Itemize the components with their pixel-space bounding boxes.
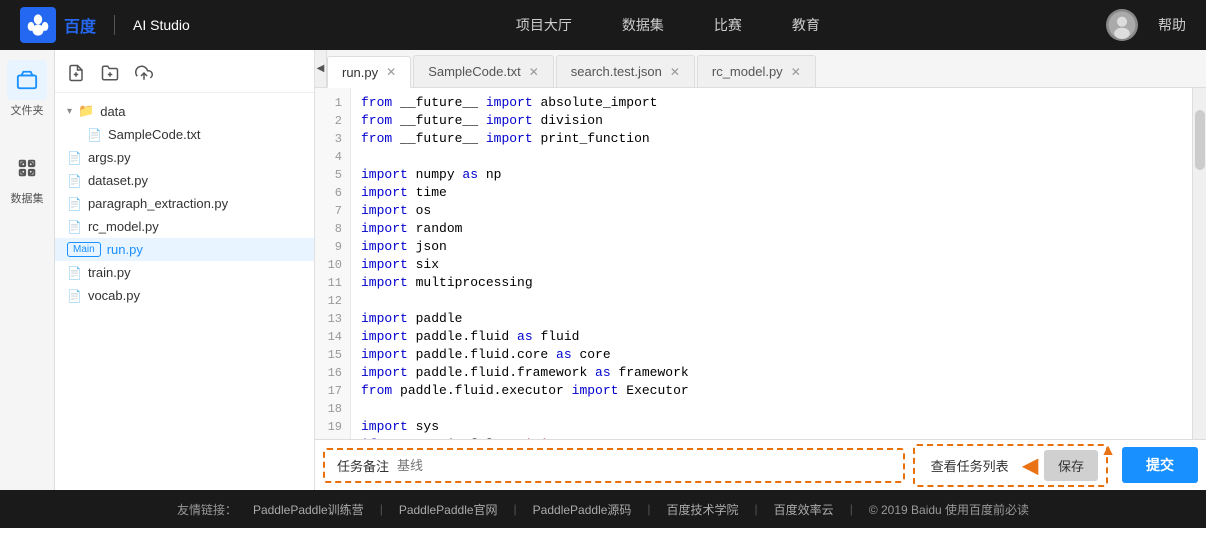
folder-name: data <box>100 104 125 119</box>
save-button[interactable]: 保存 <box>1044 450 1098 481</box>
scrollbar-vertical[interactable] <box>1192 88 1206 439</box>
file-item-rcmodel[interactable]: 📄 rc_model.py <box>55 215 314 238</box>
help-link[interactable]: 帮助 <box>1158 15 1186 35</box>
tab-samplecode[interactable]: SampleCode.txt ✕ <box>413 55 554 87</box>
arrow-right-decoration: ▲ <box>1100 442 1116 460</box>
file-item-args[interactable]: 📄 args.py <box>55 146 314 169</box>
footer-paddletraining[interactable]: PaddlePaddle训练营 <box>253 501 364 518</box>
upload-icon[interactable] <box>133 62 155 84</box>
line-numbers: 123456789101112131415161718192021222324 <box>315 88 351 439</box>
top-navigation: 百度 AI Studio 项目大厅 数据集 比赛 教育 帮助 <box>0 0 1206 50</box>
footer-prefix: 友情链接： <box>177 501 237 518</box>
footer: 友情链接： PaddlePaddle训练营 | PaddlePaddle官网 |… <box>0 490 1206 528</box>
tab-samplecode-label: SampleCode.txt <box>428 64 521 79</box>
task-note-section: 任务备注 <box>323 448 905 483</box>
main-badge: Main <box>67 242 101 257</box>
bottom-actions-wrapper: 任务备注 查看任务列表 ◀ 保存 ▲ 提交 <box>315 440 1206 490</box>
file-icon-rcmodel: 📄 <box>67 220 82 234</box>
submit-button[interactable]: 提交 <box>1122 447 1198 483</box>
user-avatar[interactable] <box>1106 9 1138 41</box>
tab-runpy[interactable]: run.py ✕ <box>327 56 411 88</box>
folder-icon: 📁 <box>78 103 94 119</box>
tab-runpy-close[interactable]: ✕ <box>386 65 396 79</box>
file-icon-paragraph: 📄 <box>67 197 82 211</box>
file-icon-vocabpy: 📄 <box>67 289 82 303</box>
nav-competition[interactable]: 比赛 <box>714 15 742 35</box>
file-icon-trainpy: 📄 <box>67 266 82 280</box>
nav-projects[interactable]: 项目大厅 <box>516 15 572 35</box>
main-layout: 文件夹 数据集 <box>0 50 1206 490</box>
view-tasks-button[interactable]: 查看任务列表 <box>923 452 1017 479</box>
file-icon-args: 📄 <box>67 151 82 165</box>
new-file-icon[interactable] <box>65 62 87 84</box>
file-icon-samplecode: 📄 <box>87 128 102 142</box>
sidebar-icons: 文件夹 数据集 <box>0 50 55 490</box>
footer-paddlesource[interactable]: PaddlePaddle源码 <box>533 501 632 518</box>
filename-dataset: dataset.py <box>88 173 148 188</box>
footer-paddleofficial[interactable]: PaddlePaddle官网 <box>399 501 498 518</box>
filename-runpy: run.py <box>107 242 143 257</box>
baidu-text: 百度 <box>64 13 96 37</box>
footer-copyright: © 2019 Baidu 使用百度前必读 <box>869 501 1029 518</box>
tabs-bar: ◀ run.py ✕ SampleCode.txt ✕ search.test.… <box>315 50 1206 88</box>
nav-education[interactable]: 教育 <box>792 15 820 35</box>
sidebar-file-manager[interactable] <box>7 60 47 100</box>
filename-vocabpy: vocab.py <box>88 288 140 303</box>
nav-right: 帮助 <box>1106 9 1186 41</box>
baseline-input[interactable] <box>397 458 891 473</box>
studio-label: AI Studio <box>133 17 190 33</box>
dataset-label: 数据集 <box>11 190 44 206</box>
baidu-logo <box>20 7 56 43</box>
file-icon-dataset: 📄 <box>67 174 82 188</box>
bottom-actions-bar: 任务备注 查看任务列表 ◀ 保存 ▲ 提交 <box>315 439 1206 490</box>
dataset-icon-group[interactable]: 数据集 <box>7 148 47 206</box>
tab-rcmodel-label: rc_model.py <box>712 64 783 79</box>
tab-searchtest-label: search.test.json <box>571 64 662 79</box>
file-item-data[interactable]: ▾ 📁 data <box>55 99 314 123</box>
task-note-label: 任务备注 <box>337 456 389 475</box>
tab-rcmodel[interactable]: rc_model.py ✕ <box>697 55 816 87</box>
logo-area: 百度 AI Studio <box>20 7 190 43</box>
file-item-vocabpy[interactable]: 📄 vocab.py <box>55 284 314 307</box>
nav-links: 项目大厅 数据集 比赛 教育 <box>230 15 1106 35</box>
filename-args: args.py <box>88 150 131 165</box>
editor-area: ◀ run.py ✕ SampleCode.txt ✕ search.test.… <box>315 50 1206 490</box>
arrow-left-icon: ◀ <box>1023 453 1038 478</box>
tab-searchtest[interactable]: search.test.json ✕ <box>556 55 695 87</box>
footer-baiduyunxiao[interactable]: 百度效率云 <box>774 501 834 518</box>
sidebar-dataset[interactable] <box>7 148 47 188</box>
file-item-samplecode[interactable]: 📄 SampleCode.txt <box>55 123 314 146</box>
file-manager-icon-group[interactable]: 文件夹 <box>7 60 47 118</box>
code-content[interactable]: from __future__ import absolute_importfr… <box>351 88 1192 439</box>
footer-baidutechacademy[interactable]: 百度技术学院 <box>667 501 739 518</box>
collapse-sidebar-btn[interactable]: ◀ <box>315 50 327 87</box>
tab-rcmodel-close[interactable]: ✕ <box>791 65 801 79</box>
file-item-dataset[interactable]: 📄 dataset.py <box>55 169 314 192</box>
file-item-paragraph[interactable]: 📄 paragraph_extraction.py <box>55 192 314 215</box>
file-tree-toolbar <box>55 58 314 93</box>
file-item-trainpy[interactable]: 📄 train.py <box>55 261 314 284</box>
scrollbar-thumb[interactable] <box>1195 110 1205 170</box>
tab-samplecode-close[interactable]: ✕ <box>529 65 539 79</box>
nav-datasets[interactable]: 数据集 <box>622 15 664 35</box>
tab-runpy-label: run.py <box>342 65 378 80</box>
tab-searchtest-close[interactable]: ✕ <box>670 65 680 79</box>
file-item-runpy[interactable]: Main run.py <box>55 238 314 261</box>
filename-rcmodel: rc_model.py <box>88 219 159 234</box>
filename-trainpy: train.py <box>88 265 131 280</box>
logo-divider <box>114 15 115 35</box>
right-action-section: 查看任务列表 ◀ 保存 <box>913 444 1108 487</box>
filename-samplecode: SampleCode.txt <box>108 127 201 142</box>
new-folder-icon[interactable] <box>99 62 121 84</box>
code-editor[interactable]: 123456789101112131415161718192021222324 … <box>315 88 1206 439</box>
filename-paragraph: paragraph_extraction.py <box>88 196 228 211</box>
file-tree: ▾ 📁 data 📄 SampleCode.txt 📄 args.py 📄 da… <box>55 50 315 490</box>
file-manager-label: 文件夹 <box>11 102 44 118</box>
